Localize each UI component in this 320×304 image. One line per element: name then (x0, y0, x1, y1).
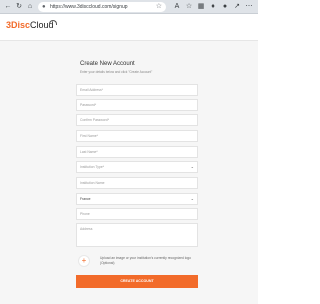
site-logo[interactable]: 3DiscCloud (6, 20, 54, 31)
home-icon[interactable]: ⌂ (25, 2, 35, 12)
url-text: https://www.3disccloud.com/signup (50, 4, 128, 10)
institution-name-field[interactable]: Institution Name (76, 177, 198, 189)
phone-placeholder: Phone (80, 212, 90, 216)
copilot-icon[interactable]: ● (220, 2, 230, 12)
phone-field[interactable]: Phone (76, 208, 198, 220)
share-icon[interactable]: ↗ (232, 2, 242, 12)
country-value: France (80, 197, 91, 201)
first-name-field[interactable]: First Name* (76, 130, 198, 142)
password-placeholder: Password* (80, 103, 97, 107)
menu-icon[interactable]: ⋯ (244, 2, 254, 12)
first-name-placeholder: First Name* (80, 134, 98, 138)
upload-description: Upload an image or your institution's cu… (100, 256, 191, 265)
institution-type-select[interactable]: Institution Type* ⌄ (76, 161, 198, 173)
institution-type-placeholder: Institution Type* (80, 165, 105, 169)
last-name-field[interactable]: Last Name* (76, 146, 198, 158)
confirm-password-placeholder: Confirm Password* (80, 118, 110, 122)
refresh-icon[interactable]: ↻ (14, 2, 24, 12)
email-placeholder: Email Address* (80, 88, 103, 92)
bookmark-star-icon[interactable]: ☆ (156, 2, 162, 12)
logo-accent-text: 3Disc (6, 20, 31, 30)
form-title: Create New Account (80, 61, 135, 67)
country-select[interactable]: France ⌄ (76, 193, 198, 205)
back-icon[interactable]: ← (3, 2, 13, 12)
chevron-down-icon: ⌄ (190, 164, 194, 169)
favorites-icon[interactable]: ☆ (184, 2, 194, 12)
extensions-icon[interactable]: ♦ (208, 2, 218, 12)
upload-logo-button[interactable]: + (78, 255, 90, 267)
confirm-password-field[interactable]: Confirm Password* (76, 114, 198, 126)
email-field[interactable]: Email Address* (76, 84, 198, 96)
read-aloud-icon[interactable]: A (172, 2, 182, 12)
lock-icon: ● (42, 4, 46, 10)
chevron-down-icon: ⌄ (190, 196, 194, 201)
password-field[interactable]: Password* (76, 99, 198, 111)
browser-toolbar: ← ↻ ⌂ ● https://www.3disccloud.com/signu… (0, 0, 258, 14)
plus-icon: + (81, 256, 87, 265)
create-account-button[interactable]: CREATE ACCOUNT (76, 275, 198, 288)
last-name-placeholder: Last Name* (80, 150, 98, 154)
cloud-icon (49, 20, 57, 25)
address-placeholder: Address (80, 227, 93, 231)
address-bar[interactable]: ● https://www.3disccloud.com/signup ☆ (38, 2, 166, 12)
address-textarea[interactable]: Address (76, 223, 198, 247)
institution-name-placeholder: Institution Name (80, 181, 105, 185)
collections-icon[interactable]: ▦ (196, 2, 206, 12)
form-subtitle: Enter your details below and click "Crea… (80, 70, 153, 74)
